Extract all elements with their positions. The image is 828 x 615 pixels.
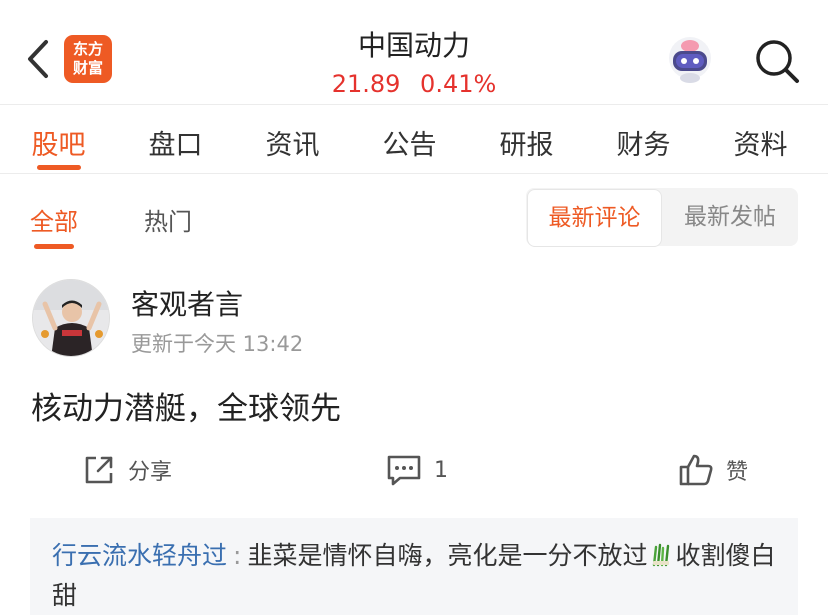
tab-pankou[interactable]: 盘口 (117, 105, 234, 173)
top-bar: 东方 财富 中国动力 21.89 0.41% (0, 0, 828, 104)
share-button[interactable]: 分享 (82, 450, 172, 490)
comment-button[interactable]: 1 (386, 450, 448, 490)
comment-count: 1 (434, 457, 448, 483)
comment-text: 行云流水轻舟过: 韭菜是情怀自嗨，亮化是一分不放过 收割傻白甜 (52, 536, 782, 615)
post-timestamp: 更新于今天 13:42 (131, 332, 304, 356)
tab-active-underline (37, 165, 81, 170)
robot-assistant-icon[interactable] (664, 34, 716, 86)
comment-preview[interactable]: 行云流水轻舟过: 韭菜是情怀自嗨，亮化是一分不放过 收割傻白甜 (30, 518, 798, 615)
tab-label: 资料 (733, 130, 788, 161)
tabs-divider (0, 173, 828, 174)
sort-latest-comment-button[interactable]: 最新评论 (527, 189, 662, 247)
tab-announcements[interactable]: 公告 (351, 105, 468, 173)
chive-emoji-icon (653, 543, 670, 567)
share-label: 分享 (128, 460, 173, 485)
stock-price: 21.89 (331, 70, 401, 98)
like-label: 赞 (726, 460, 749, 485)
comment-username[interactable]: 行云流水轻舟过 (52, 541, 227, 570)
comment-icon (387, 455, 421, 486)
comment-body-part1: 韭菜是情怀自嗨，亮化是一分不放过 (247, 541, 648, 570)
tab-news[interactable]: 资讯 (234, 105, 351, 173)
tab-profile[interactable]: 资料 (702, 105, 819, 173)
tab-label: 公告 (382, 130, 437, 161)
tab-label: 股吧 (31, 130, 86, 161)
share-icon (85, 456, 113, 484)
post-author-name[interactable]: 客观者言 (131, 283, 243, 323)
tab-label: 资讯 (265, 130, 320, 161)
sort-toggle: 最新评论 最新发帖 (526, 188, 798, 247)
tab-label: 财务 (616, 130, 671, 161)
sort-latest-post-button[interactable]: 最新发帖 (662, 188, 798, 246)
main-tabs: 股吧 盘口 资讯 公告 研报 财务 资料 (0, 105, 828, 173)
stock-change: 0.41% (420, 70, 497, 98)
post-content[interactable]: 核动力潜艇，全球领先 (31, 383, 341, 428)
thumbs-up-icon (679, 454, 713, 486)
subtab-all[interactable]: 全部 (30, 202, 78, 237)
avatar[interactable] (32, 279, 110, 357)
like-button[interactable]: 赞 (678, 450, 748, 490)
search-icon[interactable] (752, 36, 802, 86)
sub-tabs: 全部 热门 最新评论 最新发帖 (0, 188, 828, 258)
tab-guba[interactable]: 股吧 (0, 105, 117, 173)
tab-label: 研报 (499, 130, 554, 161)
avatar-photo (33, 280, 109, 356)
subtab-hot[interactable]: 热门 (144, 202, 192, 237)
subtab-active-underline (34, 244, 74, 249)
tab-finance[interactable]: 财务 (585, 105, 702, 173)
tab-research[interactable]: 研报 (468, 105, 585, 173)
tab-label: 盘口 (148, 130, 203, 161)
comment-colon: : (233, 541, 242, 570)
